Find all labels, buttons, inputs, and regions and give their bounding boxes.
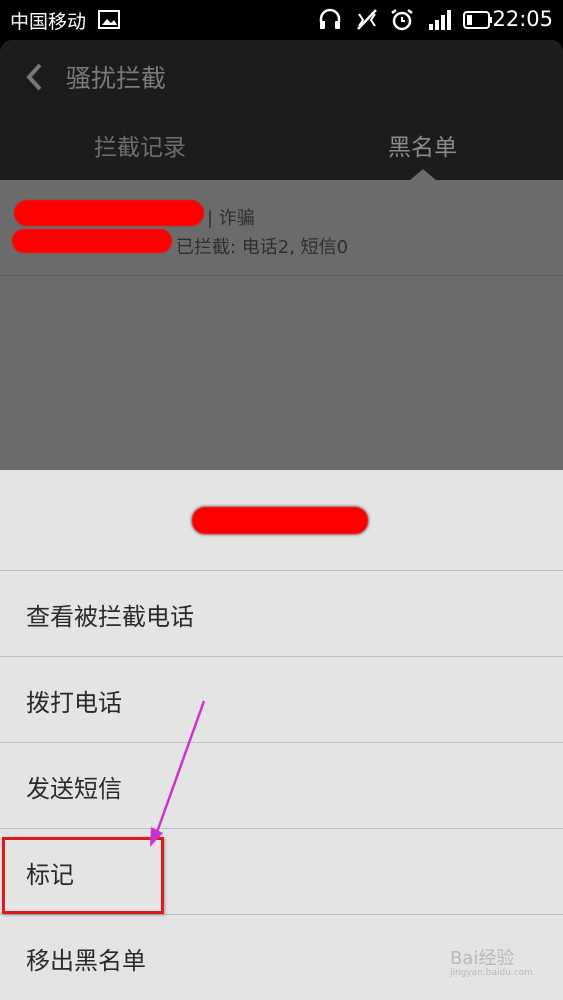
back-icon[interactable] bbox=[24, 62, 44, 92]
app-header: 骚扰拦截 拦截记录 黑名单 bbox=[0, 40, 563, 181]
redaction-mark bbox=[14, 200, 204, 226]
menu-item-view-blocked-calls[interactable]: 查看被拦截电话 bbox=[0, 570, 563, 656]
watermark: Bai经验 jingyan.baidu.com bbox=[450, 944, 533, 978]
carrier-label: 中国移动 bbox=[10, 11, 87, 33]
menu-item-label: 移出黑名单 bbox=[26, 947, 146, 975]
watermark-logo: Bai经验 bbox=[449, 948, 515, 969]
action-sheet: 查看被拦截电话 拨打电话 发送短信 标记 移出黑名单 bbox=[0, 470, 563, 1000]
redaction-mark bbox=[192, 507, 368, 534]
menu-item-label: 查看被拦截电话 bbox=[26, 603, 194, 631]
alarm-icon bbox=[391, 9, 413, 31]
annotation-arrow bbox=[150, 700, 206, 847]
headphones-icon bbox=[319, 8, 341, 29]
blacklist-list: | 诈骗 已拦截: 电话2, 短信0 bbox=[0, 180, 563, 470]
battery-icon bbox=[463, 11, 492, 29]
watermark-url: jingyan.baidu.com bbox=[449, 968, 533, 978]
tab-blacklist[interactable]: 黑名单 bbox=[388, 128, 457, 162]
entry-stats: 已拦截: 电话2, 短信0 bbox=[176, 237, 349, 258]
clock: 22:05 bbox=[492, 7, 553, 31]
menu-item-call[interactable]: 拨打电话 bbox=[0, 656, 563, 742]
redaction-mark bbox=[12, 229, 172, 253]
image-icon bbox=[98, 10, 120, 29]
entry-tag: | 诈骗 bbox=[207, 208, 255, 229]
vibrate-off-icon bbox=[357, 9, 377, 30]
menu-item-label: 拨打电话 bbox=[26, 689, 122, 717]
sheet-phone-number bbox=[0, 470, 563, 570]
divider bbox=[0, 275, 563, 276]
signal-icon bbox=[429, 10, 451, 30]
tab-intercept-records[interactable]: 拦截记录 bbox=[94, 128, 186, 162]
page-title: 骚扰拦截 bbox=[66, 64, 167, 93]
menu-item-label: 发送短信 bbox=[26, 775, 122, 803]
list-item[interactable]: | 诈骗 已拦截: 电话2, 短信0 bbox=[0, 180, 563, 275]
menu-item-send-sms[interactable]: 发送短信 bbox=[0, 742, 563, 828]
status-bar: 中国移动 22:05 bbox=[0, 0, 563, 40]
